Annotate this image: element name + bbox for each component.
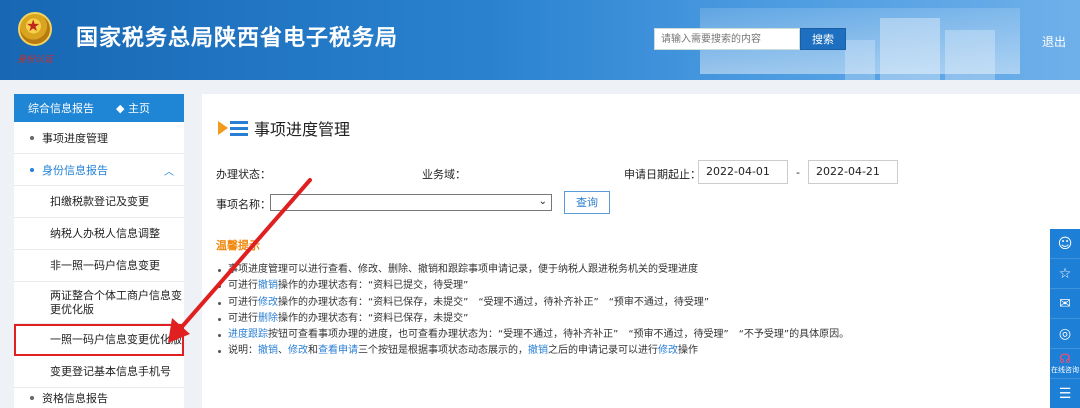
tip-item: 说明：撤销、修改和查看申请三个按钮是根据事项状态动态展示的，撤销之后的申请记录可… [216,343,1056,359]
item-name-label: 事项名称： [216,198,271,211]
tip-link[interactable]: 撤销 [528,345,548,356]
tip-text: 可进行 [228,296,258,308]
weibo-icon[interactable]: ◎ [1050,319,1080,349]
bullet-icon [30,396,34,400]
tip-text: 可进行 [228,312,258,324]
tip-text: 和 [308,345,318,357]
tip-item: 进度跟踪按钮可查看事项办理的进度，也可查看办理状态为：“受理不通过，待补齐补正”… [216,327,1056,343]
chevron-up-icon: ︿ [164,167,174,178]
user-service-icon[interactable]: ☺ [1050,229,1080,259]
sidebar-item-progress[interactable]: 事项进度管理 [14,122,184,154]
site-title: 国家税务总局陕西省电子税务局 [76,26,399,51]
header-building [945,30,995,80]
date-range-label: 申请日期起止： [624,168,701,181]
page-title: 事项进度管理 [254,120,351,139]
tip-link[interactable]: 删除 [258,313,278,324]
tip-text: 、 [278,345,288,357]
header-building [845,40,875,80]
sidebar-item-identity[interactable]: 身份信息报告 ︿ [14,154,184,186]
sidebar-subitem[interactable]: 非一照一码户信息变更 [14,250,184,282]
query-button[interactable]: 查询 [564,191,610,214]
star-icon[interactable]: ☆ [1050,259,1080,289]
bullet-icon [30,167,34,172]
date-separator: - [796,166,800,179]
sidebar-subitem[interactable]: 两证整合个体工商户信息变更优化版 [14,282,184,324]
sidebar-subitem[interactable]: 纳税人办税人信息调整 [14,218,184,250]
list-icon [218,118,248,138]
logout-link[interactable]: 退出 [1042,33,1066,50]
search-button[interactable]: 搜索 [800,28,846,50]
sidebar-header-label: 综合信息报告 [28,102,94,115]
tax-emblem-icon: ★ 身份认证 [14,10,56,66]
status-label: 办理状态： [216,168,271,181]
domain-label: 业务域： [422,168,466,181]
header-building [880,18,940,80]
tip-link[interactable]: 修改 [658,345,678,356]
tip-item: 可进行修改操作的办理状态有：“资料已保存，未提交” “受理不通过，待补齐补正” … [216,295,1056,311]
tip-item: 可进行删除操作的办理状态有：“资料已保存，未提交” [216,311,1056,327]
home-link[interactable]: ◆ 主页 [116,100,150,116]
sidebar-subitem[interactable]: 变更登记基本信息手机号 [14,356,184,388]
tip-link[interactable]: 撤销 [258,280,278,291]
site-header: ★ 身份认证 国家税务总局陕西省电子税务局 搜索 退出 [0,0,1080,80]
home-arrow-icon: ◆ [116,102,128,115]
sidebar-subitem-highlighted[interactable]: 一照一码户信息变更优化版 [14,324,184,356]
tip-link[interactable]: 撤销 [258,345,278,356]
tip-text: 说明： [228,345,258,357]
tip-item: 事项进度管理可以进行查看、修改、删除、撤销和跟踪事项申请记录，便于纳税人跟进税务… [216,262,1056,278]
tip-text: 操作的办理状态有：“资料已保存，未提交” “受理不通过，待补齐补正” “预审不通… [278,296,710,308]
tip-text: 之后的申请记录可以进行 [548,345,658,357]
online-consult-icon[interactable]: ☊ 在线咨询 [1050,349,1080,379]
tip-text: 按钮可查看事项办理的进度，也可查看办理状态为：“受理不通过，待补齐补正” “预审… [268,329,850,341]
document-icon[interactable]: ☰ [1050,379,1080,408]
chat-icon[interactable]: ✉ [1050,289,1080,319]
right-toolbar: ☺ ☆ ✉ ◎ ☊ 在线咨询 ☰ [1050,229,1080,408]
emblem-signature: 身份认证 [16,55,53,65]
tip-item: 可进行撤销操作的办理状态有：“资料已提交，待受理” [216,278,1056,294]
tip-link[interactable]: 修改 [258,297,278,308]
sidebar-subitem[interactable]: 扣缴税款登记及变更 [14,186,184,218]
tips-title: 温馨提示 [216,239,260,252]
main-panel: 事项进度管理 办理状态： 业务域： 申请日期起止： 2022-04-01 - 2… [202,94,1080,408]
tip-text: 事项进度管理可以进行查看、修改、删除、撤销和跟踪事项申请记录，便于纳税人跟进税务… [228,264,698,275]
search-input[interactable] [654,28,800,50]
tip-link[interactable]: 修改 [288,345,308,356]
tip-text: 三个按钮是根据事项状态动态展示的， [358,345,528,357]
tip-text: 操作的办理状态有：“资料已提交，待受理” [278,280,469,292]
page-title-row: 事项进度管理 [218,116,350,140]
online-consult-label: 在线咨询 [1051,365,1079,374]
tip-text: 操作 [678,345,698,357]
sidebar-item-qualification[interactable]: 资格信息报告 [14,388,184,408]
tip-link[interactable]: 查看申请 [318,345,358,356]
date-start-field[interactable]: 2022-04-01 [698,160,788,184]
date-end-field[interactable]: 2022-04-21 [808,160,898,184]
sidebar-header: 综合信息报告 ◆ 主页 [14,94,184,122]
tip-text: 操作的办理状态有：“资料已保存，未提交” [278,312,469,324]
sidebar: 综合信息报告 ◆ 主页 事项进度管理 身份信息报告 ︿ 扣缴税款登记及变更 纳税… [14,94,184,408]
tips-list: 事项进度管理可以进行查看、修改、删除、撤销和跟踪事项申请记录，便于纳税人跟进税务… [216,262,1056,360]
tip-link[interactable]: 进度跟踪 [228,329,268,340]
tip-text: 可进行 [228,280,258,292]
chevron-down-icon: ⌄ [538,196,547,207]
item-name-select[interactable]: ⌄ [270,194,552,211]
bullet-icon [30,135,34,140]
